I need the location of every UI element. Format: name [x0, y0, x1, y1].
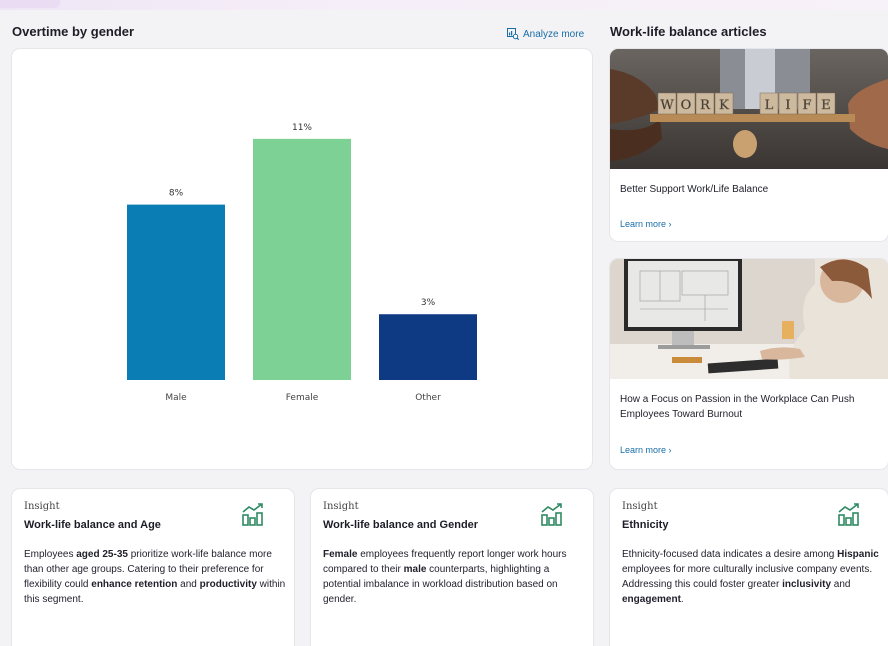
bar-other[interactable] — [379, 314, 477, 380]
insight-text: . — [680, 594, 684, 605]
chevron-right-icon: › — [668, 219, 672, 229]
trend-bar-chart-icon — [838, 503, 859, 526]
letter-block: O — [676, 92, 696, 115]
letter-block: K — [714, 92, 734, 115]
insight-label: Insight — [24, 501, 60, 512]
insight-emphasis: productivity — [199, 579, 257, 590]
insight-card-ethnicity: Insight Ethnicity Ethnicity-focused data… — [610, 489, 888, 646]
trend-bar-chart-icon — [242, 503, 263, 526]
article-title[interactable]: Better Support Work/Life Balance — [620, 182, 875, 197]
analyze-more-link[interactable]: Analyze more — [507, 28, 584, 40]
bar-male[interactable] — [127, 204, 225, 380]
article-image-desk-worker — [610, 259, 888, 379]
insight-text: Ethnicity-focused data indicates a desir… — [622, 549, 838, 560]
insight-body: Ethnicity-focused data indicates a desir… — [622, 547, 882, 607]
svg-text:R: R — [700, 98, 711, 113]
insight-emphasis: enhance retention — [91, 579, 178, 590]
insight-title: Work-life balance and Age — [24, 519, 161, 531]
insight-label: Insight — [323, 501, 359, 512]
svg-text:E: E — [821, 98, 831, 113]
chevron-right-icon: › — [668, 445, 672, 455]
header-accent — [0, 0, 60, 8]
bar-female[interactable] — [253, 138, 351, 380]
insight-body: Female employees frequently report longe… — [323, 547, 585, 607]
article-card-2[interactable]: How a Focus on Passion in the Workplace … — [610, 259, 888, 469]
insight-label: Insight — [622, 501, 658, 512]
learn-more-label: Learn more — [620, 445, 667, 455]
letter-block: F — [797, 92, 817, 115]
articles-section-title: Work-life balance articles — [610, 24, 767, 39]
learn-more-label: Learn more — [620, 219, 667, 229]
category-label: Female — [286, 393, 319, 403]
insight-emphasis: male — [403, 564, 427, 575]
svg-text:O: O — [681, 98, 692, 113]
top-header-strip — [0, 0, 888, 10]
category-label: Other — [415, 393, 441, 403]
category-label: Male — [165, 393, 187, 403]
learn-more-link[interactable]: Learn more › — [620, 219, 672, 229]
learn-more-link[interactable]: Learn more › — [620, 445, 672, 455]
insight-emphasis: aged 25-35 — [76, 549, 128, 560]
insight-emphasis: inclusivity — [782, 579, 831, 590]
insight-title: Work-life balance and Gender — [323, 519, 479, 531]
insight-card-gender: Insight Work-life balance and Gender Fem… — [311, 489, 593, 646]
letter-block: L — [759, 92, 779, 115]
overtime-chart-card: 8% Male 11% Female 3% Other — [12, 49, 592, 469]
article-title[interactable]: How a Focus on Passion in the Workplace … — [620, 392, 875, 422]
svg-text:F: F — [802, 98, 811, 113]
article-card-1[interactable]: WORK LIFE Better Support Work/Life Balanc… — [610, 49, 888, 241]
insight-emphasis: engagement — [622, 594, 681, 605]
bar-value-label: 11% — [292, 123, 312, 133]
insight-card-age: Insight Work-life balance and Age Employ… — [12, 489, 294, 646]
svg-text:K: K — [719, 98, 729, 113]
svg-text:W: W — [660, 98, 674, 113]
letter-block: W — [657, 92, 677, 115]
insight-title: Ethnicity — [622, 519, 669, 531]
insight-text: and — [177, 579, 200, 590]
bar-value-label: 3% — [421, 298, 436, 308]
insight-body: Employees aged 25-35 prioritize work-lif… — [24, 547, 286, 607]
svg-text:I: I — [785, 98, 790, 113]
analyze-more-label: Analyze more — [523, 28, 585, 40]
insight-emphasis: Hispanic — [837, 549, 879, 560]
magnify-chart-icon — [507, 28, 519, 40]
letter-block: E — [816, 92, 836, 115]
insight-text: Employees — [24, 549, 77, 560]
bar-value-label: 8% — [169, 189, 184, 199]
article-image-work-life-blocks: WORK LIFE — [610, 49, 888, 169]
letter-block: I — [778, 92, 798, 115]
insight-emphasis: Female — [323, 549, 358, 560]
svg-text:L: L — [765, 98, 774, 113]
chart-section-title: Overtime by gender — [12, 24, 135, 39]
overtime-bar-chart: 8% Male 11% Female 3% Other — [127, 123, 477, 403]
insight-text: and — [831, 579, 851, 590]
letter-block: R — [695, 92, 715, 115]
trend-bar-chart-icon — [541, 503, 562, 526]
